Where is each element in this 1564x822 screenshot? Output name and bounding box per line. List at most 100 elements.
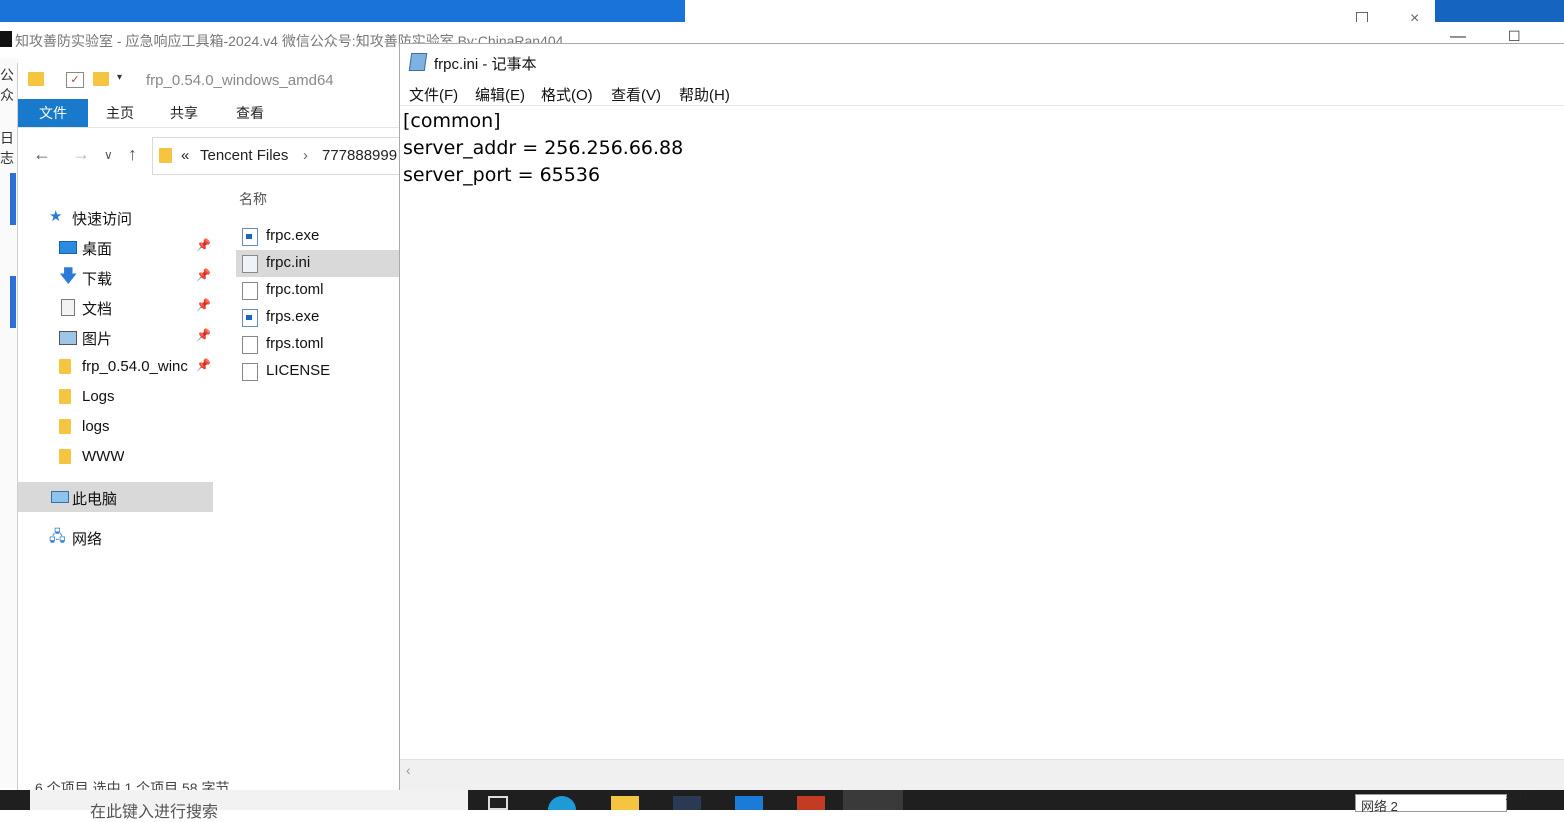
p-app-taskbar-icon[interactable]: [735, 796, 763, 810]
network-icon: 🖧: [49, 528, 66, 545]
file-row-frpc-toml[interactable]: frpc.toml: [236, 277, 400, 304]
horizontal-scrollbar[interactable]: ‹: [400, 759, 1564, 782]
breadcrumb-overflow[interactable]: «: [181, 147, 189, 164]
column-header-name[interactable]: 名称: [239, 189, 267, 209]
text-line: server_addr = 256.256.66.88: [403, 137, 684, 159]
toolbox-taskbar-icon[interactable]: [797, 796, 825, 810]
nav-label: Logs: [82, 388, 115, 405]
folder-icon: [59, 359, 71, 374]
quick-access-dropdown-icon[interactable]: ▾: [117, 72, 133, 86]
notepad-window: frpc.ini - 记事本 文件(F) 编辑(E) 格式(O) 查看(V) 帮…: [399, 43, 1564, 791]
nav-item-logs-lower[interactable]: logs: [18, 412, 213, 442]
file-row-frps-exe[interactable]: frps.exe: [236, 304, 400, 331]
menu-edit[interactable]: 编辑(E): [475, 84, 525, 105]
forward-arrow-icon[interactable]: →: [72, 144, 90, 165]
file-name: frps.exe: [266, 308, 320, 325]
notepad-window-title: frpc.ini - 记事本: [434, 56, 537, 73]
nav-this-pc[interactable]: 此电脑: [18, 482, 213, 512]
background-maximize-button[interactable]: ☐: [1508, 28, 1528, 44]
nav-network[interactable]: 🖧 网络: [18, 522, 213, 552]
navigation-pane: ★ 快速访问 桌面 📌 🡇 下载 📌 文档 📌 图片 📌 frp_0.54.0_…: [18, 183, 214, 783]
taskbar-search-box[interactable]: 在此键入进行搜索: [30, 790, 468, 821]
scroll-left-icon[interactable]: ‹: [406, 762, 411, 778]
document-icon: [61, 299, 75, 316]
file-name: frpc.ini: [266, 254, 311, 271]
notepad-titlebar: frpc.ini - 记事本: [400, 44, 1564, 78]
nav-item-pictures[interactable]: 图片 📌: [18, 322, 213, 352]
exe-file-icon: [242, 228, 258, 246]
file-list: 名称 frpc.exe frpc.ini frpc.toml frps.exe …: [234, 183, 400, 783]
background-left-strip: 公众 日志: [0, 58, 18, 788]
download-icon: 🡇: [59, 266, 78, 286]
nav-item-downloads[interactable]: 🡇 下载 📌: [18, 262, 213, 292]
address-bar[interactable]: « Tencent Files › 777888999: [152, 137, 414, 175]
explorer-titlebar: ✓ ▾ frp_0.54.0_windows_amd64: [18, 63, 400, 97]
pin-icon: 📌: [196, 358, 211, 372]
edge-browser-icon[interactable]: [548, 796, 576, 810]
nav-label: logs: [82, 418, 110, 435]
notepad-icon: [408, 53, 428, 71]
zoom-level: 100%: [1505, 788, 1539, 803]
tab-file[interactable]: 文件: [18, 99, 88, 127]
desktop-icon: [59, 241, 77, 254]
pin-icon: 📌: [196, 328, 211, 342]
background-banner-right: [1435, 0, 1564, 22]
folder-icon: [28, 72, 44, 86]
background-strip-bar: [10, 276, 16, 328]
notepad-taskbar-icon[interactable]: [843, 790, 903, 810]
menu-help[interactable]: 帮助(H): [679, 84, 730, 105]
app-taskbar-icon[interactable]: [673, 796, 701, 810]
nav-item-desktop[interactable]: 桌面 📌: [18, 232, 213, 262]
file-name: frpc.toml: [266, 281, 324, 298]
tab-home[interactable]: 主页: [100, 99, 140, 127]
menu-file[interactable]: 文件(F): [409, 84, 458, 105]
breadcrumb-qq-number[interactable]: 777888999: [322, 147, 397, 164]
tab-view[interactable]: 查看: [230, 99, 270, 127]
task-view-icon[interactable]: [488, 796, 508, 810]
nav-label: 文档: [82, 301, 113, 318]
pin-icon: 📌: [196, 268, 211, 282]
properties-icon[interactable]: ✓: [66, 72, 84, 88]
breadcrumb-separator[interactable]: ›: [303, 147, 308, 164]
notepad-text-area[interactable]: [common] server_addr = 256.256.66.88 ser…: [403, 108, 1558, 758]
file-icon: [242, 336, 258, 354]
tab-share[interactable]: 共享: [164, 99, 204, 127]
menu-view[interactable]: 查看(V): [611, 84, 661, 105]
explorer-window-title: frp_0.54.0_windows_amd64: [146, 72, 334, 89]
recent-locations-icon[interactable]: ∨: [104, 148, 113, 162]
explorer-navbar: ← → ∨ ↑ « Tencent Files › 777888999: [18, 128, 414, 180]
file-explorer-window: ✓ ▾ frp_0.54.0_windows_amd64 文件 主页 共享 查看…: [17, 63, 414, 796]
background-strip-bar: [10, 173, 16, 225]
nav-quick-access[interactable]: ★ 快速访问: [18, 202, 213, 232]
file-row-frpc-exe[interactable]: frpc.exe: [236, 223, 400, 250]
menu-format[interactable]: 格式(O): [541, 84, 593, 105]
nav-item-www[interactable]: WWW: [18, 442, 213, 472]
nav-label: 快速访问: [72, 211, 133, 228]
pin-icon: 📌: [196, 298, 211, 312]
up-arrow-icon[interactable]: ↑: [128, 144, 137, 165]
nav-item-documents[interactable]: 文档 📌: [18, 292, 213, 322]
nav-label: 此电脑: [72, 491, 118, 508]
nav-item-logs-upper[interactable]: Logs: [18, 382, 213, 412]
file-row-frpc-ini[interactable]: frpc.ini: [236, 250, 400, 277]
network-popup-text: 网络 2: [1361, 799, 1398, 814]
breadcrumb-tencent-files[interactable]: Tencent Files: [200, 147, 288, 164]
file-row-frps-toml[interactable]: frps.toml: [236, 331, 400, 358]
background-window-top: ×: [0, 0, 1564, 27]
nav-label: 下载: [82, 271, 113, 288]
nav-item-frp-folder[interactable]: frp_0.54.0_winc 📌: [18, 352, 213, 382]
text-line: server_port = 65536: [403, 164, 601, 186]
text-line: [common]: [403, 110, 501, 132]
file-explorer-taskbar-icon[interactable]: [611, 796, 639, 810]
file-row-license[interactable]: LICENSE: [236, 358, 400, 385]
new-folder-icon[interactable]: [93, 72, 109, 86]
pin-icon: 📌: [196, 238, 211, 252]
folder-icon: [59, 449, 71, 464]
back-arrow-icon[interactable]: ←: [33, 144, 51, 165]
folder-icon: [59, 419, 71, 434]
toolbox-logo: [0, 31, 12, 47]
file-name: frps.toml: [266, 335, 324, 352]
nav-label: frp_0.54.0_winc: [82, 358, 188, 375]
background-minimize-icon[interactable]: —: [1450, 28, 1470, 45]
background-strip-text: 日志: [0, 130, 14, 166]
